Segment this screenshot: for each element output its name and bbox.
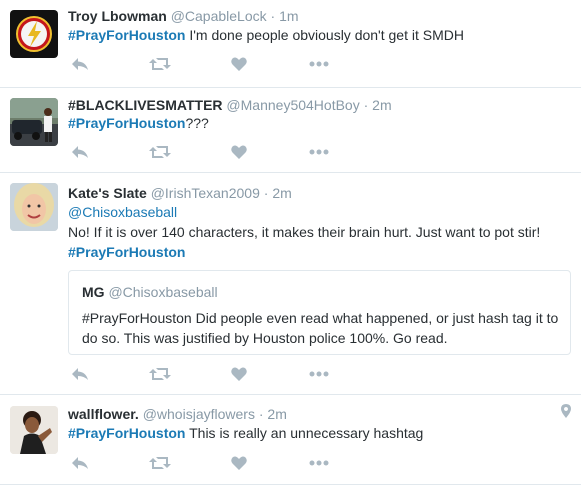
retweet-icon[interactable] <box>148 142 172 162</box>
more-icon[interactable] <box>307 364 331 384</box>
hashtag-link[interactable]: #PrayForHouston <box>68 115 185 131</box>
separator: · <box>258 406 264 422</box>
reply-icon[interactable] <box>68 364 92 384</box>
hashtag-link[interactable]: #PrayForHouston <box>68 244 185 260</box>
tweet-body: This is really an unnecessary hashtag <box>185 425 424 441</box>
heart-icon[interactable] <box>227 453 251 473</box>
retweet-icon[interactable] <box>148 453 172 473</box>
separator: · <box>263 185 269 201</box>
user-handle[interactable]: @Manney504HotBoy <box>226 97 359 113</box>
avatar[interactable] <box>10 183 58 231</box>
tweet-text: #PrayForHouston This is really an unnece… <box>68 423 568 443</box>
quoted-tweet[interactable]: MG @Chisoxbaseball #PrayForHouston Did p… <box>68 270 571 355</box>
user-name[interactable]: #BLACKLIVESMATTER <box>68 97 223 113</box>
heart-icon[interactable] <box>227 142 251 162</box>
hashtag-link[interactable]: #PrayForHouston <box>68 425 185 441</box>
tweet[interactable]: Troy Lbowman @CapableLock · 1m #PrayForH… <box>0 0 581 88</box>
avatar[interactable] <box>10 406 58 454</box>
tweet-body: ??? <box>185 115 209 131</box>
retweet-icon[interactable] <box>148 364 172 384</box>
avatar[interactable] <box>10 10 58 58</box>
tweet-body: No! If it is over 140 characters, it mak… <box>68 224 541 240</box>
tweet-body: I'm done people obviously don't get it S… <box>185 27 464 43</box>
hashtag-link[interactable]: #PrayForHouston <box>68 27 185 43</box>
reply-icon[interactable] <box>68 142 92 162</box>
tweet-text: @Chisoxbaseball No! If it is over 140 ch… <box>68 202 568 262</box>
tweet[interactable]: Kate's Slate @IrishTexan2009 · 2m @Chiso… <box>0 173 581 395</box>
tweet[interactable]: #BLACKLIVESMATTER @Manney504HotBoy · 2m … <box>0 88 581 173</box>
tweet[interactable]: wallflower. @whoisjayflowers · 2m #PrayF… <box>0 395 581 485</box>
location-pin-icon[interactable] <box>561 404 571 423</box>
separator: · <box>270 8 276 24</box>
quoted-user-name[interactable]: MG <box>82 284 105 300</box>
retweet-icon[interactable] <box>148 54 172 74</box>
heart-icon[interactable] <box>227 364 251 384</box>
avatar[interactable] <box>10 98 58 146</box>
timestamp[interactable]: 2m <box>372 97 391 113</box>
user-name[interactable]: wallflower. <box>68 406 139 422</box>
timestamp[interactable]: 2m <box>267 406 286 422</box>
timestamp[interactable]: 2m <box>272 185 291 201</box>
quoted-text: #PrayForHouston Did people even read wha… <box>82 310 559 346</box>
timestamp[interactable]: 1m <box>279 8 298 24</box>
more-icon[interactable] <box>307 54 331 74</box>
separator: · <box>363 97 369 113</box>
user-handle[interactable]: @whoisjayflowers <box>143 406 255 422</box>
user-name[interactable]: Troy Lbowman <box>68 8 167 24</box>
user-name[interactable]: Kate's Slate <box>68 185 147 201</box>
tweet-text: #PrayForHouston I'm done people obviousl… <box>68 25 568 45</box>
user-handle[interactable]: @IrishTexan2009 <box>151 185 260 201</box>
heart-icon[interactable] <box>227 54 251 74</box>
more-icon[interactable] <box>307 142 331 162</box>
reply-icon[interactable] <box>68 453 92 473</box>
mention-link[interactable]: @Chisoxbaseball <box>68 204 177 220</box>
more-icon[interactable] <box>307 453 331 473</box>
user-handle[interactable]: @CapableLock <box>171 8 267 24</box>
quoted-user-handle[interactable]: @Chisoxbaseball <box>108 284 217 300</box>
reply-icon[interactable] <box>68 54 92 74</box>
tweet-text: #PrayForHouston??? <box>68 113 568 133</box>
